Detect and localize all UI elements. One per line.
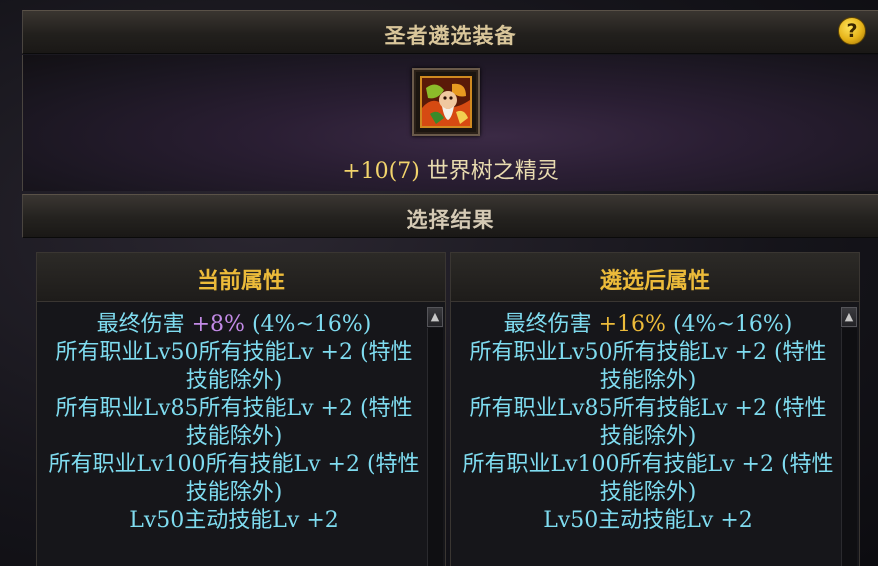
current-panel-title: 当前属性 [196,268,285,294]
after-final-damage-line: 最终伤害 +16% (4%~16%) [457,311,839,339]
spirit-icon [422,78,470,126]
stat-line: 技能除外) [185,480,283,505]
final-damage-range: (4%~16%) [251,312,372,337]
stat-line: 技能除外) [599,368,697,393]
stat-line: 技能除外) [599,480,697,505]
window-title: 圣者遴选装备 [384,23,517,48]
item-slot[interactable] [412,68,480,136]
scrollbar-track[interactable] [427,328,443,566]
current-panel-header: 当前属性 [37,253,445,302]
stat-line: 所有职业Lv100所有技能Lv +2 (特性 [462,452,834,477]
item-enhance-level: +10(7) [342,159,420,184]
chevron-up-icon: ▲ [430,310,440,323]
stat-line: Lv50主动技能Lv +2 [129,508,339,533]
stat-line: Lv50主动技能Lv +2 [543,508,753,533]
scroll-up-button[interactable]: ▲ [427,307,443,327]
stat-line: 所有职业Lv85所有技能Lv +2 (特性 [55,396,413,421]
stat-line: 所有职业Lv85所有技能Lv +2 (特性 [469,396,827,421]
current-attributes-panel: 当前属性 最终伤害 +8% (4%~16%) 所有职业Lv50所有技能Lv +2… [36,252,446,566]
current-final-damage-line: 最终伤害 +8% (4%~16%) [43,311,425,339]
final-damage-range: (4%~16%) [672,312,793,337]
stat-line: 所有职业Lv50所有技能Lv +2 (特性 [55,340,413,365]
current-stats-list: 最终伤害 +8% (4%~16%) 所有职业Lv50所有技能Lv +2 (特性 … [43,311,425,535]
result-section-bar: 选择结果 [22,194,878,238]
stat-line: 所有职业Lv50所有技能Lv +2 (特性 [469,340,827,365]
item-display: +10(7) 世界树之精灵 [22,55,878,191]
final-damage-label: 最终伤害 [503,312,592,337]
item-name-line: +10(7) 世界树之精灵 [23,153,878,185]
item-name: 世界树之精灵 [426,159,559,184]
after-panel-title: 遴选后属性 [599,268,710,294]
dialog-window: 圣者遴选装备 ? +10(7) 世界树之精灵 选择结果 当前属性 最终伤害 +8… [0,0,878,566]
after-stats-list: 最终伤害 +16% (4%~16%) 所有职业Lv50所有技能Lv +2 (特性… [457,311,839,535]
stat-line: 技能除外) [599,424,697,449]
scrollbar-track[interactable] [841,328,857,566]
stat-line: 技能除外) [185,424,283,449]
final-damage-value: +16% [598,312,666,337]
chevron-up-icon: ▲ [844,310,854,323]
stat-line: 技能除外) [185,368,283,393]
scroll-up-button[interactable]: ▲ [841,307,857,327]
result-section-title: 选择结果 [406,207,495,232]
item-icon [420,76,472,128]
final-damage-label: 最终伤害 [96,312,185,337]
after-panel-header: 遴选后属性 [451,253,859,302]
stat-line: 所有职业Lv100所有技能Lv +2 (特性 [48,452,420,477]
after-attributes-panel: 遴选后属性 最终伤害 +16% (4%~16%) 所有职业Lv50所有技能Lv … [450,252,860,566]
title-bar: 圣者遴选装备 ? [22,10,878,54]
final-damage-value: +8% [191,312,245,337]
help-button[interactable]: ? [838,17,866,45]
